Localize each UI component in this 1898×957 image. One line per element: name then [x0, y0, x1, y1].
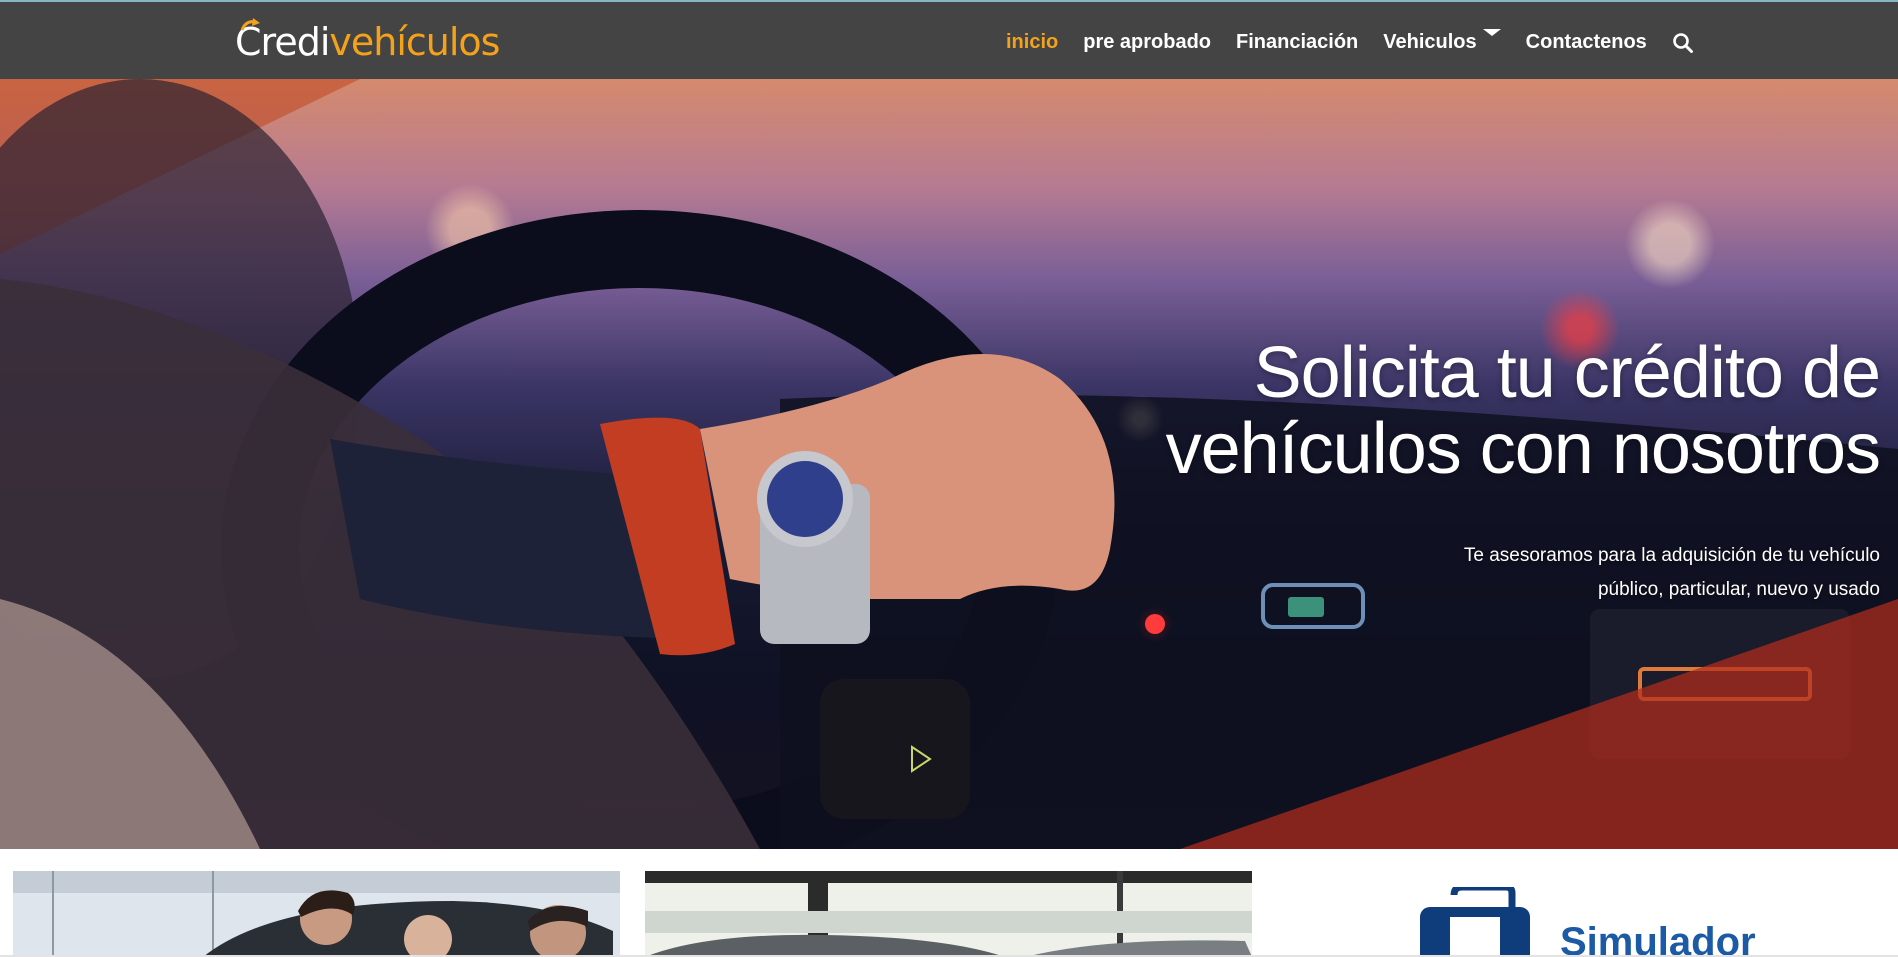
logo-arrow-icon [240, 18, 260, 31]
card-image-car-lot-photo [645, 871, 1252, 957]
hero-banner: Solicita tu crédito de vehículos con nos… [0, 79, 1898, 849]
hero-subtitle-line-1: Te asesoramos para la adquisición de tu … [1463, 545, 1880, 566]
search-button[interactable] [1672, 29, 1694, 55]
hero-title-line-1: Solicita tu crédito de [1253, 333, 1881, 413]
nav-item-vehiculos[interactable]: Vehiculos [1383, 28, 1501, 55]
chevron-down-icon [1482, 28, 1501, 36]
site-logo[interactable]: Credi vehículos [235, 18, 500, 64]
card-image-salesperson[interactable] [13, 871, 620, 957]
hero-title: Solicita tu crédito de vehículos con nos… [980, 333, 1881, 489]
main-nav: inicio pre aprobado Financiación Vehicul… [1006, 28, 1694, 55]
simulador-link[interactable]: Simulador [1420, 887, 1760, 957]
logo-text-credi: Credi [235, 18, 330, 64]
card-image-car-lot[interactable] [645, 871, 1252, 957]
nav-item-financiacion[interactable]: Financiación [1236, 29, 1358, 55]
search-icon [1672, 33, 1693, 53]
nav-item-pre-aprobado[interactable]: pre aprobado [1083, 29, 1211, 55]
hero-subtitle-line-2: público, particular, nuevo y usado [1597, 579, 1880, 600]
card-image-salesperson-photo [13, 871, 620, 957]
simulador-label: Simulador [1560, 920, 1756, 957]
nav-item-vehiculos-label: Vehiculos [1383, 30, 1477, 53]
hero-title-line-2: vehículos con nosotros [1165, 409, 1881, 489]
nav-item-contactenos[interactable]: Contactenos [1526, 29, 1647, 55]
calculator-icon [1420, 887, 1530, 957]
hero-subtitle: Te asesoramos para la adquisición de tu … [1180, 539, 1880, 607]
nav-item-inicio[interactable]: inicio [1006, 29, 1058, 55]
logo-text-vehiculos: vehículos [329, 20, 500, 64]
top-navbar: Credi vehículos inicio pre aprobado Fina… [0, 0, 1898, 79]
